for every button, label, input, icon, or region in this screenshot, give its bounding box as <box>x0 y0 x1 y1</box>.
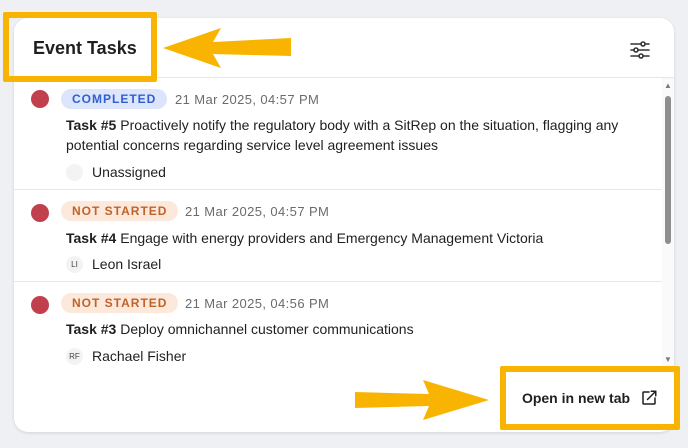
status-dot <box>31 90 49 108</box>
arrow-right-icon <box>355 380 489 420</box>
status-badge: NOT STARTED <box>61 201 179 221</box>
task-description: Task #4 Engage with energy providers and… <box>66 228 641 248</box>
status-dot <box>31 296 49 314</box>
task-number: Task #5 <box>66 117 117 133</box>
task-timestamp: 21 Mar 2025, 04:57 PM <box>185 204 330 219</box>
task-item[interactable]: NOT STARTED 21 Mar 2025, 04:56 PM Task #… <box>14 282 662 370</box>
open-in-new-tab-label: Open in new tab <box>521 390 631 406</box>
task-assignee[interactable]: RF Rachael Fisher <box>66 347 186 365</box>
task-assignee[interactable]: LI Leon Israel <box>66 255 161 273</box>
task-description-text: Deploy omnichannel customer communicatio… <box>120 321 414 337</box>
status-dot <box>31 204 49 222</box>
task-item[interactable]: NOT STARTED 21 Mar 2025, 04:57 PM Task #… <box>14 190 662 282</box>
scrollbar-thumb[interactable] <box>665 96 671 244</box>
status-badge: NOT STARTED <box>61 293 179 313</box>
task-timestamp: 21 Mar 2025, 04:57 PM <box>175 92 320 107</box>
avatar: RF <box>66 347 83 365</box>
task-number: Task #4 <box>66 230 117 246</box>
scroll-up-icon[interactable]: ▲ <box>664 82 672 90</box>
task-description-text: Proactively notify the regulatory body w… <box>66 117 619 153</box>
task-assignee[interactable]: Unassigned <box>66 163 166 181</box>
task-timestamp: 21 Mar 2025, 04:56 PM <box>185 296 330 311</box>
open-external-icon <box>642 390 657 405</box>
scrollbar[interactable]: ▲ ▼ <box>662 78 674 370</box>
status-badge: COMPLETED <box>61 89 168 109</box>
sliders-icon <box>630 41 650 59</box>
open-in-new-tab-button[interactable]: Open in new tab <box>500 366 680 430</box>
filter-button[interactable] <box>628 38 652 62</box>
task-number: Task #3 <box>66 321 117 337</box>
arrow-left-icon <box>163 28 291 68</box>
scroll-down-icon[interactable]: ▼ <box>664 356 672 364</box>
assignee-name: Leon Israel <box>92 256 162 272</box>
title-highlight-box <box>3 12 157 82</box>
task-list: COMPLETED 21 Mar 2025, 04:57 PM Task #5 … <box>14 78 662 370</box>
task-description: Task #3 Deploy omnichannel customer comm… <box>66 319 641 339</box>
avatar <box>66 163 83 181</box>
assignee-name: Rachael Fisher <box>92 348 187 364</box>
task-description: Task #5 Proactively notify the regulator… <box>66 115 641 155</box>
avatar: LI <box>66 255 83 273</box>
task-item[interactable]: COMPLETED 21 Mar 2025, 04:57 PM Task #5 … <box>14 78 662 190</box>
assignee-name: Unassigned <box>92 164 166 180</box>
task-description-text: Engage with energy providers and Emergen… <box>120 230 544 246</box>
